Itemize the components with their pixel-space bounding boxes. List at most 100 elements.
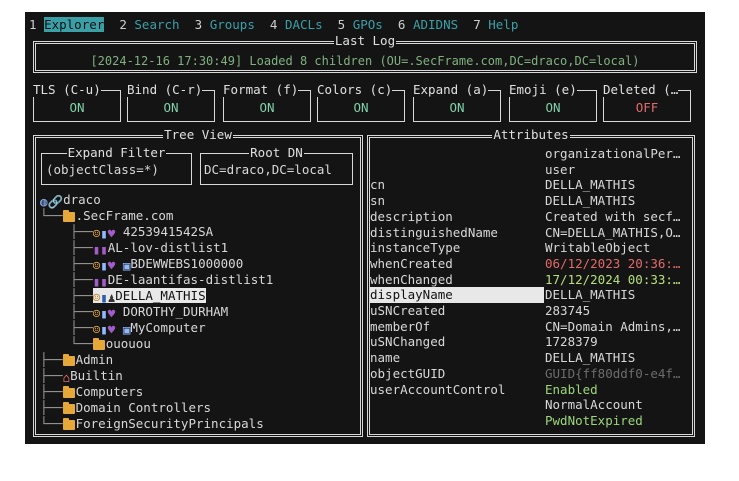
tree-node-label: Domain Controllers <box>75 400 212 415</box>
tab-search[interactable]: 2 Search <box>119 16 194 34</box>
attr-value: DELLA_MATHIS <box>545 177 636 193</box>
tab-groups[interactable]: 3 Groups <box>195 16 270 34</box>
attributes-panel[interactable]: Attributes organizationalPer… user cn DELLA… <box>367 127 695 437</box>
tree-node-label: MyComputer <box>130 320 206 335</box>
tree-node-label: BDEWWEBS1000000 <box>130 256 244 271</box>
toggle-title: Expand (a) <box>413 82 489 97</box>
toggle-title: Emoji (e) <box>509 82 577 97</box>
toggle-title: TLS (C-u) <box>33 82 101 97</box>
tree-node-domain-controllers[interactable]: ├── Domain Controllers <box>40 400 211 416</box>
tab-label: Help <box>488 17 519 32</box>
toggle-format[interactable]: Format (f) ON <box>223 82 311 122</box>
tab-label: DACLs <box>284 17 323 32</box>
attr-key[interactable]: name <box>370 350 400 366</box>
folder-icon <box>62 402 75 414</box>
attr-key[interactable]: displayName <box>370 287 544 303</box>
terminal-window: 1 Explorer 2 Search 3 Groups 4 DACLs 5 G… <box>25 12 705 444</box>
folder-icon <box>62 418 75 430</box>
tree-node-label: .SecFrame.com <box>75 208 174 223</box>
attr-value: CN=DELLA_MATHIS,O… <box>545 224 681 240</box>
attr-uac-flag: NormalAccount <box>545 397 643 413</box>
attr-key[interactable]: distinguishedName <box>370 225 498 241</box>
root-dn-box[interactable]: Root DN DC=draco,DC=local <box>200 145 353 185</box>
tree-node-computers[interactable]: ├── Computers <box>40 384 143 400</box>
attr-value: Enabled <box>545 381 598 397</box>
attr-key[interactable]: whenChanged <box>370 272 453 288</box>
root-dn-input[interactable]: DC=draco,DC=local <box>204 162 332 178</box>
toggle-value: ON <box>353 100 369 115</box>
tree-node-fsp[interactable]: └── ForeignSecurityPrincipals <box>40 416 264 432</box>
tab-label: Explorer <box>44 17 105 32</box>
attr-value: GUID{ff80ddf0-e4f… <box>545 365 681 381</box>
toggle-deleted[interactable]: Deleted (… OFF <box>603 82 691 122</box>
toggle-value: ON <box>259 100 275 115</box>
toggle-value: OFF <box>635 100 659 115</box>
tab-number: 4 <box>269 17 278 32</box>
tab-number: 7 <box>473 17 481 32</box>
attr-objectclass-value: user <box>545 161 576 177</box>
attr-value: CN=Domain Admins,… <box>545 318 681 334</box>
attr-key[interactable]: instanceType <box>370 240 460 256</box>
tree-node-label: AL-lov-distlist1 <box>107 240 229 255</box>
attr-objectclass-value: organizationalPer… <box>545 146 681 161</box>
attr-key[interactable]: sn <box>370 193 385 209</box>
root-dn-title: Root DN <box>249 145 304 160</box>
last-log-message: [2024-12-16 17:30:49] Loaded 8 children … <box>90 54 640 68</box>
toggle-value: ON <box>69 100 85 115</box>
attr-key-selected[interactable]: displayName <box>370 287 544 303</box>
attr-key[interactable]: uSNChanged <box>370 334 445 350</box>
attr-key[interactable]: cn <box>370 177 385 193</box>
expand-filter-box[interactable]: Expand Filter (objectClass=*) <box>41 145 192 185</box>
attr-value: 283745 <box>545 303 591 318</box>
tree-node-label: DELLA_MATHIS <box>115 288 206 303</box>
tab-label: GPOs <box>352 17 383 32</box>
tab-adidns[interactable]: 6 ADIDNS <box>398 16 473 34</box>
tab-explorer[interactable]: 1 Explorer <box>29 16 119 34</box>
toggle-emoji[interactable]: Emoji (e) ON <box>509 82 597 122</box>
toggle-tls[interactable]: TLS (C-u) ON <box>33 82 121 122</box>
tree-node-label: DOROTHY_DURHAM <box>122 304 229 319</box>
tab-dacls[interactable]: 4 DACLs <box>270 16 338 34</box>
attr-key[interactable]: uSNCreated <box>370 303 445 319</box>
attr-value: DELLA_MATHIS <box>545 193 636 209</box>
attr-key[interactable]: description <box>370 209 453 225</box>
toggle-colors[interactable]: Colors (c) ON <box>317 82 405 122</box>
tree-node-label: ForeignSecurityPrincipals <box>75 416 264 431</box>
tab-label: ADIDNS <box>412 17 459 32</box>
tree-node-label: 4253941542SA <box>122 224 214 239</box>
tree-node-label: Admin <box>75 352 114 367</box>
tab-number: 3 <box>194 17 203 32</box>
attr-key[interactable]: userAccountControl <box>370 382 505 398</box>
attr-key[interactable]: memberOf <box>370 319 430 335</box>
tree-node-label: draco <box>63 192 101 207</box>
attr-value: 17/12/2024 00:33:… <box>545 271 681 287</box>
expand-filter-input[interactable]: (objectClass=*) <box>46 162 159 178</box>
tab-number: 5 <box>337 17 346 32</box>
tree-node-label: Computers <box>75 384 144 399</box>
toggle-expand[interactable]: Expand (a) ON <box>413 82 501 122</box>
tab-number: 6 <box>397 17 406 32</box>
toggle-title: Bind (C-r) <box>127 82 203 97</box>
tab-label: Search <box>134 17 180 32</box>
toggle-bind[interactable]: Bind (C-r) ON <box>127 82 215 122</box>
tree-node-secframe[interactable]: └── .SecFrame.com <box>40 208 173 224</box>
tree-node-admin[interactable]: ├── Admin <box>40 352 113 368</box>
tab-bar: 1 Explorer 2 Search 3 Groups 4 DACLs 5 G… <box>29 16 518 34</box>
attr-value: DELLA_MATHIS <box>545 350 636 366</box>
toggle-value: ON <box>545 100 561 115</box>
tab-number: 1 <box>29 17 37 32</box>
last-log-panel: Last Log [2024-12-16 17:30:49] Loaded 8 … <box>33 33 697 73</box>
attr-value: 1728379 <box>545 334 598 350</box>
tab-gpos[interactable]: 5 GPOs <box>338 16 398 34</box>
tree-node-label: DE-laantifas-distlist1 <box>107 272 274 287</box>
toggle-title: Deleted (… <box>603 82 679 97</box>
attr-key[interactable]: whenCreated <box>370 256 453 272</box>
tab-help[interactable]: 7 Help <box>473 16 518 34</box>
expand-filter-title: Expand Filter <box>66 145 167 160</box>
attr-value: WritableObject <box>545 240 651 256</box>
attr-value: 06/12/2023 20:36:… <box>545 255 681 271</box>
tree-node-item[interactable]: └── ououou <box>40 336 151 352</box>
tree-view-panel: Tree View Expand Filter (objectClass=*) … <box>33 127 363 437</box>
attr-key[interactable]: objectGUID <box>370 366 445 382</box>
folder-icon <box>62 210 75 222</box>
